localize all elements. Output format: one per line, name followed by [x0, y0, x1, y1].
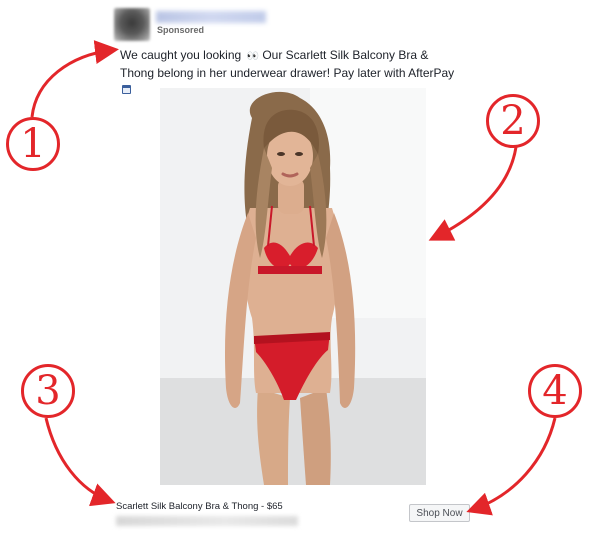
callout-3: 3: [21, 364, 75, 418]
page-avatar[interactable]: [114, 8, 150, 41]
link-domain-blurred: [116, 516, 298, 526]
model-photo-illustration: [160, 88, 426, 485]
shop-now-button[interactable]: Shop Now: [409, 504, 470, 522]
arrow-1: [30, 40, 119, 118]
callout-2: 2: [486, 94, 540, 148]
link-headline[interactable]: Scarlett Silk Balcony Bra & Thong - $65: [116, 501, 283, 512]
arrow-2: [428, 146, 518, 241]
arrow-3: [44, 417, 116, 507]
page-name-blurred[interactable]: [156, 11, 266, 23]
calendar-icon: [122, 85, 131, 94]
eyes-emoji-icon: 👀: [246, 51, 260, 62]
callout-4: 4: [528, 364, 582, 418]
ad-copy-intro: We caught you looking: [120, 48, 242, 62]
sponsored-label: Sponsored: [157, 25, 205, 35]
arrow-4: [466, 417, 557, 516]
callout-1: 1: [6, 117, 60, 171]
product-image[interactable]: [160, 88, 426, 485]
